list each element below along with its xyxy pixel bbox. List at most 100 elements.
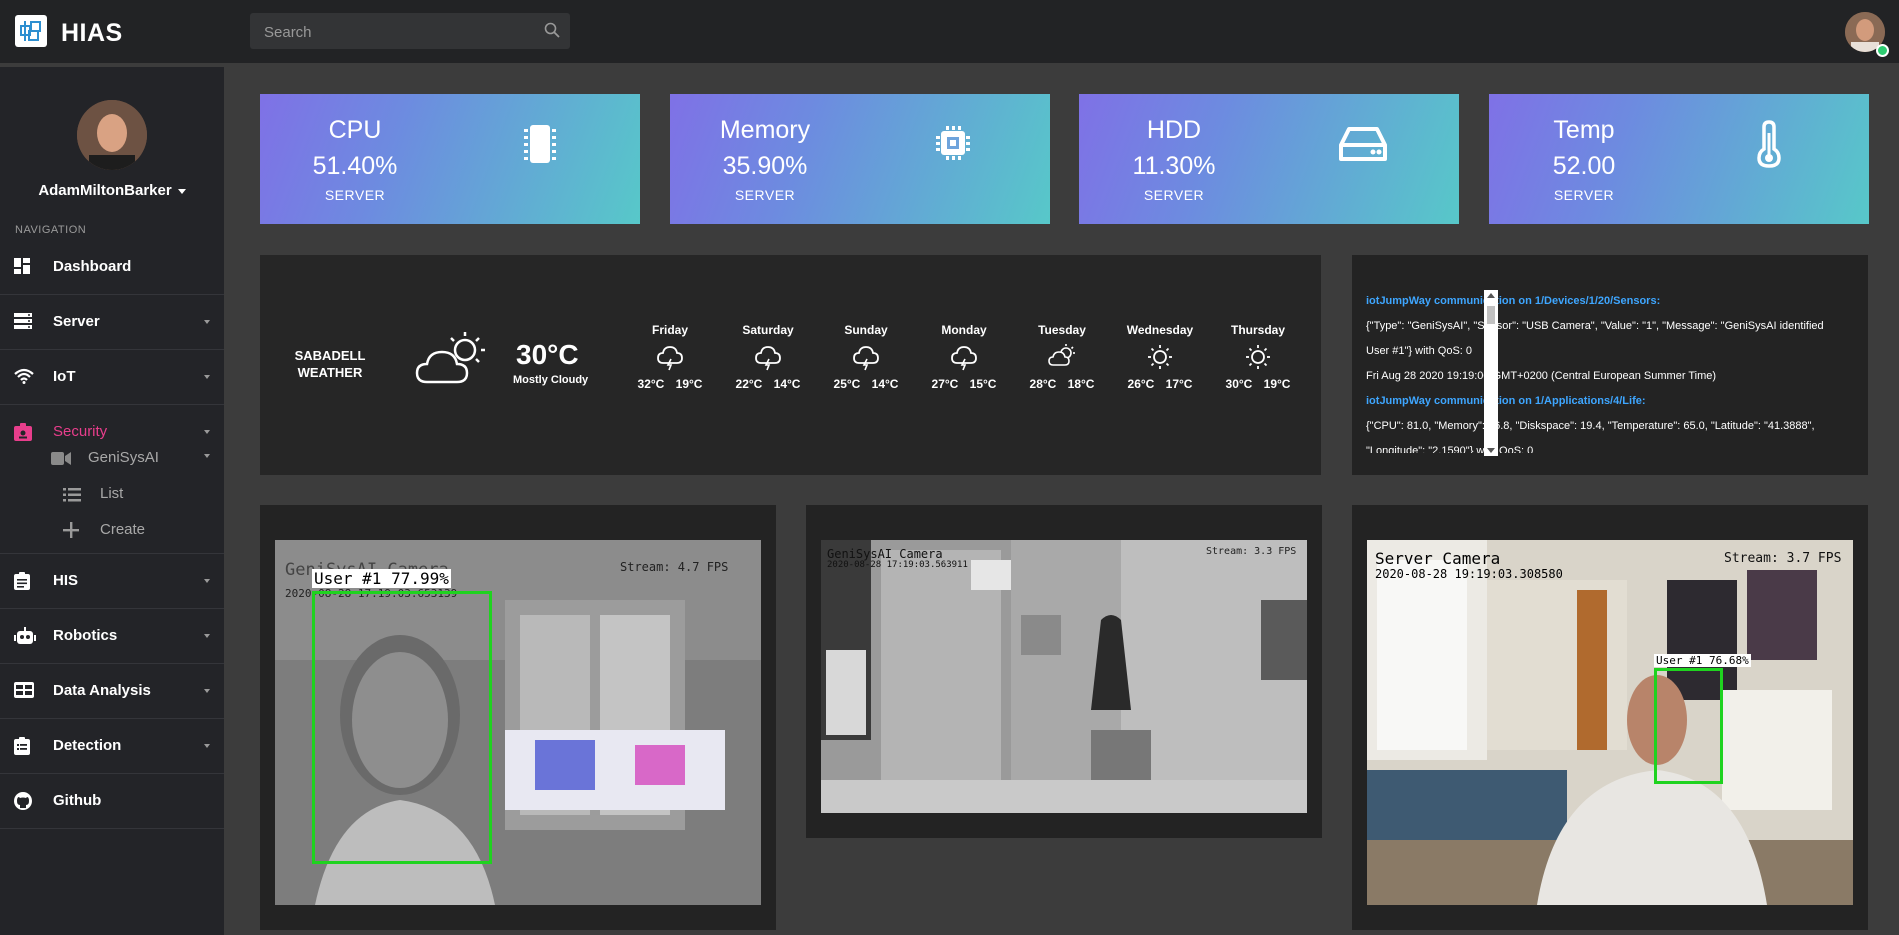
profile-username[interactable]: AdamMiltonBarker (0, 182, 224, 199)
hdd-icon (1339, 119, 1389, 169)
camera-panel-3: Server Camera 2020-08-28 19:19:03.308580… (1352, 505, 1868, 930)
weather-city-sub: WEATHER (297, 365, 363, 380)
sidebar-item-label: IoT (53, 368, 76, 385)
sidebar-subitem-genisysai[interactable]: GeniSysAI (0, 441, 224, 475)
dashboard-icon (14, 258, 34, 276)
face-detection-label: User #1 76.68% (1654, 654, 1751, 667)
sidebar-item-his[interactable]: HIS (0, 554, 224, 609)
sidebar-subitem-label: Create (100, 521, 146, 538)
top-bar: HIAS (0, 0, 1899, 63)
clipboard-list-icon (14, 737, 34, 755)
chevron-down-icon (204, 579, 210, 583)
sidebar-item-label: Server (53, 313, 100, 330)
search-box[interactable] (250, 13, 570, 51)
weather-day-name: Friday (651, 323, 688, 337)
plus-icon (63, 522, 79, 543)
sidebar-item-label: HIS (53, 572, 79, 589)
weather-day-name: Thursday (1230, 323, 1285, 337)
stat-card-temp: Temp 52.00 SERVER (1489, 94, 1869, 224)
sidebar-item-server[interactable]: Server (0, 295, 224, 350)
log-line-header: iotJumpWay communication on 1/Applicatio… (1366, 395, 1646, 407)
camera-panel-1: GeniSysAI Camera 2020-08-28 17:19:03.653… (260, 505, 776, 930)
sidebar-item-detection[interactable]: Detection (0, 719, 224, 774)
scrollbar-thumb[interactable] (1487, 306, 1495, 324)
sidebar-subitem-label: List (100, 485, 124, 502)
log-scrollbar[interactable] (1484, 290, 1498, 456)
weather-current-condition: Mostly Cloudy (513, 374, 589, 386)
chevron-down-icon (204, 634, 210, 638)
stat-subtitle: SERVER (734, 187, 796, 203)
brand-name[interactable]: HIAS (61, 19, 123, 48)
camera-timestamp: 2020-08-28 17:19:03.563911 (827, 560, 968, 570)
log-line: {"Type": "GeniSysAI", "Sensor": "USB Cam… (1366, 320, 1824, 357)
weather-day-saturday: Saturday 22°C 14°C (723, 323, 813, 391)
iot-message-log[interactable]: iotJumpWay communication on 1/Devices/1/… (1352, 255, 1868, 475)
weather-day-temps: 22°C 14°C (735, 377, 801, 391)
camera-feed-2[interactable]: GeniSysAI Camera 2020-08-28 17:19:03.563… (821, 540, 1307, 813)
weather-day-temps: 26°C 17°C (1127, 377, 1193, 391)
sidebar-item-data-analysis[interactable]: Data Analysis (0, 664, 224, 719)
sidebar-item-robotics[interactable]: Robotics (0, 609, 224, 664)
chevron-down-icon (204, 375, 210, 379)
stat-card-cpu: CPU 51.40% SERVER (260, 94, 640, 224)
list-icon (63, 488, 81, 507)
stat-card-hdd: HDD 11.30% SERVER (1079, 94, 1459, 224)
stat-value: 52.00 (1552, 152, 1616, 180)
clipboard-icon (14, 572, 34, 590)
camera-stream-fps: Stream: 4.7 FPS (620, 560, 729, 574)
camera-title: Server Camera (1375, 549, 1501, 568)
chevron-down-icon (204, 744, 210, 748)
sidebar-item-dashboard[interactable]: Dashboard (0, 240, 224, 295)
sidebar: AdamMiltonBarker NAVIGATION Dashboard Se… (0, 67, 224, 935)
stat-title: Temp (1553, 116, 1615, 144)
chevron-down-icon (204, 454, 210, 458)
sidebar-subitem-create[interactable]: Create (0, 513, 224, 547)
camera-feed-1[interactable]: GeniSysAI Camera 2020-08-28 17:19:03.653… (275, 540, 761, 905)
log-line: {"CPU": 81.0, "Memory": 26.8, "Diskspace… (1366, 420, 1815, 453)
profile-avatar[interactable] (77, 100, 147, 170)
face-detection-box (312, 591, 492, 864)
hias-logo-icon[interactable] (15, 15, 47, 47)
rain-cloud-icon (723, 343, 813, 371)
face-detection-label: User #1 77.99% (312, 569, 451, 588)
weather-city: SABADELL (294, 348, 366, 363)
robot-icon (14, 627, 36, 645)
sidebar-item-github[interactable]: Github (0, 774, 224, 829)
rain-cloud-icon (821, 343, 911, 371)
sun-icon (1115, 343, 1205, 371)
sidebar-item-label: Robotics (53, 627, 118, 644)
stat-value: 35.90% (722, 152, 808, 180)
scroll-down-arrow-icon[interactable] (1487, 448, 1495, 453)
id-badge-icon (14, 423, 34, 441)
log-line-header: iotJumpWay communication on 1/Devices/1/… (1366, 295, 1661, 307)
stat-subtitle: SERVER (1143, 187, 1205, 203)
chevron-down-icon (204, 320, 210, 324)
weather-day-wednesday: Wednesday 26°C 17°C (1115, 323, 1205, 391)
weather-day-temps: 28°C 18°C (1029, 377, 1095, 391)
sidebar-subitem-label: GeniSysAI (88, 449, 159, 466)
camera-feed-3[interactable]: Server Camera 2020-08-28 19:19:03.308580… (1367, 540, 1853, 905)
sidebar-item-security[interactable]: Security GeniSysAI List Create (0, 405, 224, 554)
search-input[interactable] (262, 13, 536, 51)
sidebar-item-label: Detection (53, 737, 122, 754)
username-label: AdamMiltonBarker (38, 182, 172, 199)
online-status-indicator (1876, 44, 1889, 57)
camera-title: GeniSysAI Camera (827, 547, 943, 561)
sidebar-item-label: Security (53, 423, 108, 440)
search-icon[interactable] (544, 22, 560, 43)
sidebar-item-iot[interactable]: IoT (0, 350, 224, 405)
weather-day-temps: 30°C 19°C (1225, 377, 1291, 391)
stat-value: 11.30% (1132, 152, 1216, 180)
sidebar-subitem-list[interactable]: List (0, 477, 224, 511)
thermometer-icon (1754, 119, 1804, 169)
chevron-down-icon (204, 430, 210, 434)
stat-subtitle: SERVER (1553, 187, 1615, 203)
weather-day-tuesday: Tuesday 28°C 18°C (1017, 323, 1107, 391)
scroll-up-arrow-icon[interactable] (1487, 293, 1495, 298)
weather-day-temps: 27°C 15°C (931, 377, 997, 391)
stat-subtitle: SERVER (324, 187, 386, 203)
stat-title: CPU (328, 116, 382, 144)
stat-title: Memory (719, 116, 811, 144)
camera-timestamp: 2020-08-28 19:19:03.308580 (1375, 567, 1563, 581)
nav-header: NAVIGATION (15, 224, 87, 236)
